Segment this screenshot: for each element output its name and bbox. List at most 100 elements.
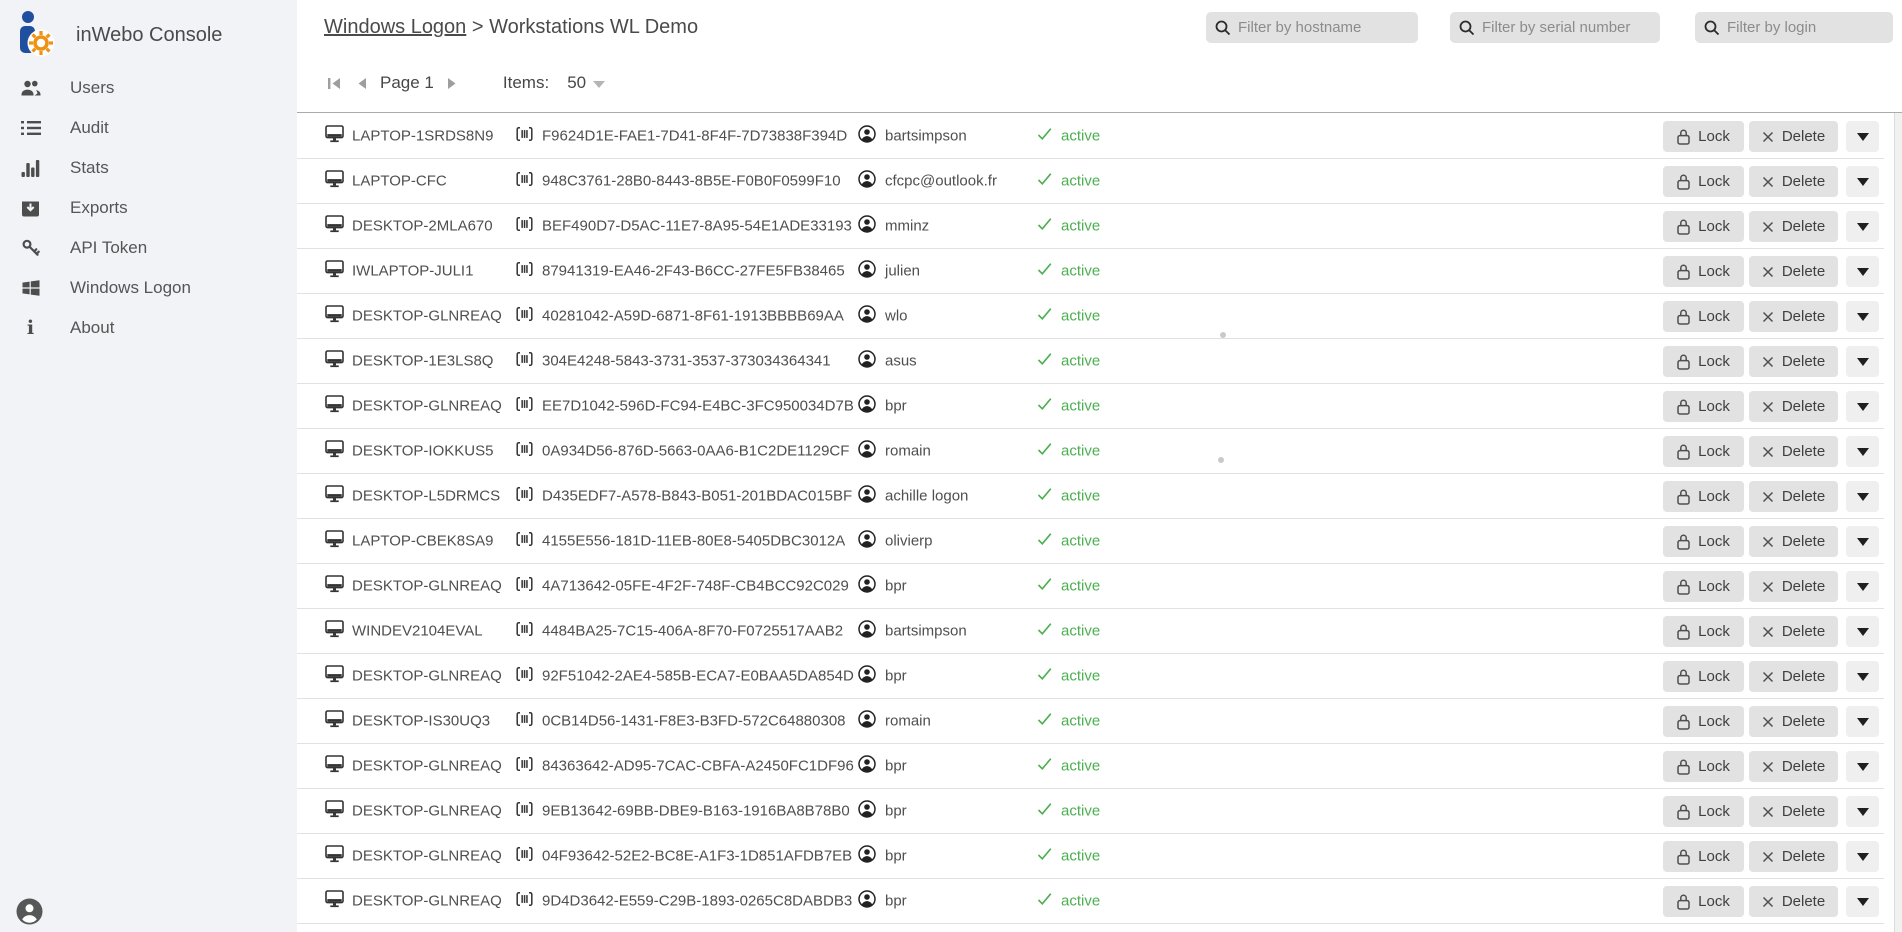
delete-button[interactable]: Delete xyxy=(1749,526,1838,557)
delete-button[interactable]: Delete xyxy=(1749,121,1838,152)
lock-button[interactable]: Lock xyxy=(1663,616,1744,647)
row-menu-caret-icon xyxy=(1857,538,1869,546)
lock-button[interactable]: Lock xyxy=(1663,211,1744,242)
delete-button-label: Delete xyxy=(1782,398,1825,415)
row-menu-button[interactable] xyxy=(1846,301,1879,332)
sidebar-item-audit[interactable]: Audit xyxy=(0,108,297,148)
delete-button[interactable]: Delete xyxy=(1749,346,1838,377)
x-icon xyxy=(1762,716,1774,728)
sidebar-item-stats[interactable]: Stats xyxy=(0,148,297,188)
first-page-icon[interactable] xyxy=(327,77,342,90)
delete-button[interactable]: Delete xyxy=(1749,391,1838,422)
person-icon xyxy=(858,125,876,147)
lock-button[interactable]: Lock xyxy=(1663,436,1744,467)
lock-button[interactable]: Lock xyxy=(1663,166,1744,197)
lock-button[interactable]: Lock xyxy=(1663,796,1744,827)
row-menu-button[interactable] xyxy=(1846,346,1879,377)
filter-hostname-input[interactable] xyxy=(1238,19,1411,36)
delete-button[interactable]: Delete xyxy=(1749,751,1838,782)
lock-button[interactable]: Lock xyxy=(1663,751,1744,782)
lock-button[interactable]: Lock xyxy=(1663,256,1744,287)
lock-button-label: Lock xyxy=(1698,758,1730,775)
delete-button[interactable]: Delete xyxy=(1749,211,1838,242)
row-menu-button[interactable] xyxy=(1846,391,1879,422)
lock-button[interactable]: Lock xyxy=(1663,391,1744,422)
status-badge: active xyxy=(1061,713,1100,730)
lock-button[interactable]: Lock xyxy=(1663,301,1744,332)
delete-button-label: Delete xyxy=(1782,308,1825,325)
lock-button[interactable]: Lock xyxy=(1663,841,1744,872)
row-menu-button[interactable] xyxy=(1846,796,1879,827)
delete-button[interactable]: Delete xyxy=(1749,571,1838,602)
sidebar-nav: Users Audit Stats xyxy=(0,68,297,348)
row-menu-button[interactable] xyxy=(1846,166,1879,197)
delete-button[interactable]: Delete xyxy=(1749,796,1838,827)
barcode-icon xyxy=(516,172,533,191)
lock-icon xyxy=(1677,894,1690,910)
x-icon xyxy=(1762,851,1774,863)
row-menu-button[interactable] xyxy=(1846,256,1879,287)
row-menu-button[interactable] xyxy=(1846,121,1879,152)
status-badge: active xyxy=(1061,893,1100,910)
login-cell: wlo xyxy=(885,308,908,325)
person-icon xyxy=(858,890,876,912)
row-menu-button[interactable] xyxy=(1846,706,1879,737)
brand[interactable]: inWebo Console xyxy=(0,0,297,62)
filter-serial-input[interactable] xyxy=(1482,19,1653,36)
delete-button[interactable]: Delete xyxy=(1749,256,1838,287)
login-cell: bpr xyxy=(885,578,907,595)
monitor-icon xyxy=(325,215,344,237)
delete-button[interactable]: Delete xyxy=(1749,616,1838,647)
lock-button[interactable]: Lock xyxy=(1663,886,1744,917)
row-menu-button[interactable] xyxy=(1846,526,1879,557)
lock-button[interactable]: Lock xyxy=(1663,526,1744,557)
row-menu-button[interactable] xyxy=(1846,481,1879,512)
lock-button[interactable]: Lock xyxy=(1663,661,1744,692)
row-menu-button[interactable] xyxy=(1846,886,1879,917)
items-per-page-select[interactable]: 50 xyxy=(567,73,605,93)
barcode-icon xyxy=(516,442,533,461)
delete-button[interactable]: Delete xyxy=(1749,301,1838,332)
gear-icon xyxy=(27,29,55,57)
row-menu-button[interactable] xyxy=(1846,751,1879,782)
lock-button-label: Lock xyxy=(1698,533,1730,550)
prev-page-icon[interactable] xyxy=(357,77,367,90)
sidebar-item-exports[interactable]: Exports xyxy=(0,188,297,228)
lock-icon xyxy=(1677,804,1690,820)
breadcrumb-link-windows-logon[interactable]: Windows Logon xyxy=(324,16,466,38)
account-avatar-icon[interactable] xyxy=(16,898,43,925)
lock-button-label: Lock xyxy=(1698,488,1730,505)
lock-button[interactable]: Lock xyxy=(1663,346,1744,377)
row-menu-button[interactable] xyxy=(1846,436,1879,467)
delete-button-label: Delete xyxy=(1782,623,1825,640)
delete-button[interactable]: Delete xyxy=(1749,436,1838,467)
delete-button-label: Delete xyxy=(1782,533,1825,550)
sidebar-item-label: Users xyxy=(70,78,114,98)
delete-button[interactable]: Delete xyxy=(1749,706,1838,737)
row-menu-button[interactable] xyxy=(1846,616,1879,647)
delete-button[interactable]: Delete xyxy=(1749,661,1838,692)
sidebar-item-users[interactable]: Users xyxy=(0,68,297,108)
delete-button-label: Delete xyxy=(1782,578,1825,595)
sidebar-item-api-token[interactable]: API Token xyxy=(0,228,297,268)
check-icon xyxy=(1037,308,1052,325)
delete-button[interactable]: Delete xyxy=(1749,166,1838,197)
delete-button[interactable]: Delete xyxy=(1749,841,1838,872)
lock-button[interactable]: Lock xyxy=(1663,121,1744,152)
row-menu-button[interactable] xyxy=(1846,211,1879,242)
sidebar-item-about[interactable]: i About xyxy=(0,308,297,348)
row-menu-button[interactable] xyxy=(1846,661,1879,692)
lock-icon xyxy=(1677,534,1690,550)
delete-button[interactable]: Delete xyxy=(1749,886,1838,917)
row-menu-button[interactable] xyxy=(1846,841,1879,872)
sidebar-item-windows-logon[interactable]: Windows Logon xyxy=(0,268,297,308)
row-menu-button[interactable] xyxy=(1846,571,1879,602)
delete-button[interactable]: Delete xyxy=(1749,481,1838,512)
filter-login-input[interactable] xyxy=(1727,19,1886,36)
lock-button[interactable]: Lock xyxy=(1663,481,1744,512)
next-page-icon[interactable] xyxy=(447,77,457,90)
x-icon xyxy=(1762,896,1774,908)
lock-button[interactable]: Lock xyxy=(1663,571,1744,602)
vertical-scrollbar[interactable] xyxy=(1894,103,1902,932)
lock-button[interactable]: Lock xyxy=(1663,706,1744,737)
